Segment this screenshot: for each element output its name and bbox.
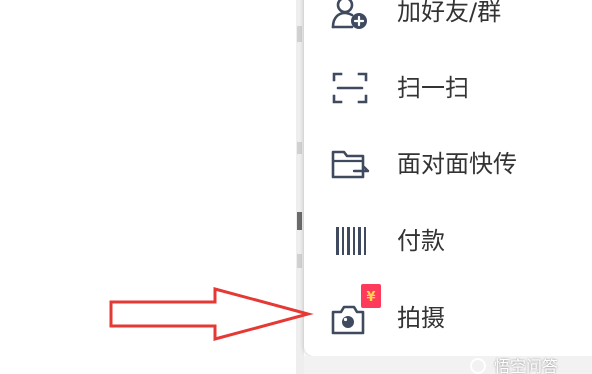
menu-item-shoot[interactable]: ¥ 拍摄 [304,280,592,356]
barcode-icon [336,227,366,255]
menu-item-label: 加好友/群 [397,0,502,26]
menu-item-payment[interactable]: 付款 [304,203,592,279]
watermark: 悟空问答 [470,356,592,374]
red-arrow-icon [109,287,314,341]
menu-item-label: 付款 [397,227,445,255]
watermark-logo-icon [470,358,486,374]
scan-icon [332,72,368,104]
menu-item-label: 面对面快传 [397,150,517,178]
background-text-fragment [297,212,302,230]
screenshot-stage: 加好友/群 扫一扫 面对面快传 付款 ¥ 拍摄 悟空问答 [0,0,592,374]
menu-item-scan[interactable]: 扫一扫 [304,50,592,126]
menu-item-label: 扫一扫 [397,74,469,102]
badge-text: ¥ [366,290,375,305]
menu-item-add-friend[interactable]: 加好友/群 [304,0,592,50]
background-text-fragment [297,254,302,268]
background-text-fragment [297,142,302,154]
menu-item-label: 拍摄 [397,304,445,332]
background-text-fragment [297,26,302,42]
menu-item-face-to-face-transfer[interactable]: 面对面快传 [304,126,592,202]
add-friend-icon [331,0,367,29]
red-envelope-badge: ¥ [361,284,381,308]
watermark-text: 悟空问答 [494,357,559,374]
folder-transfer-icon [331,150,370,179]
plus-dropdown-menu: 加好友/群 扫一扫 面对面快传 付款 ¥ 拍摄 [304,0,592,356]
